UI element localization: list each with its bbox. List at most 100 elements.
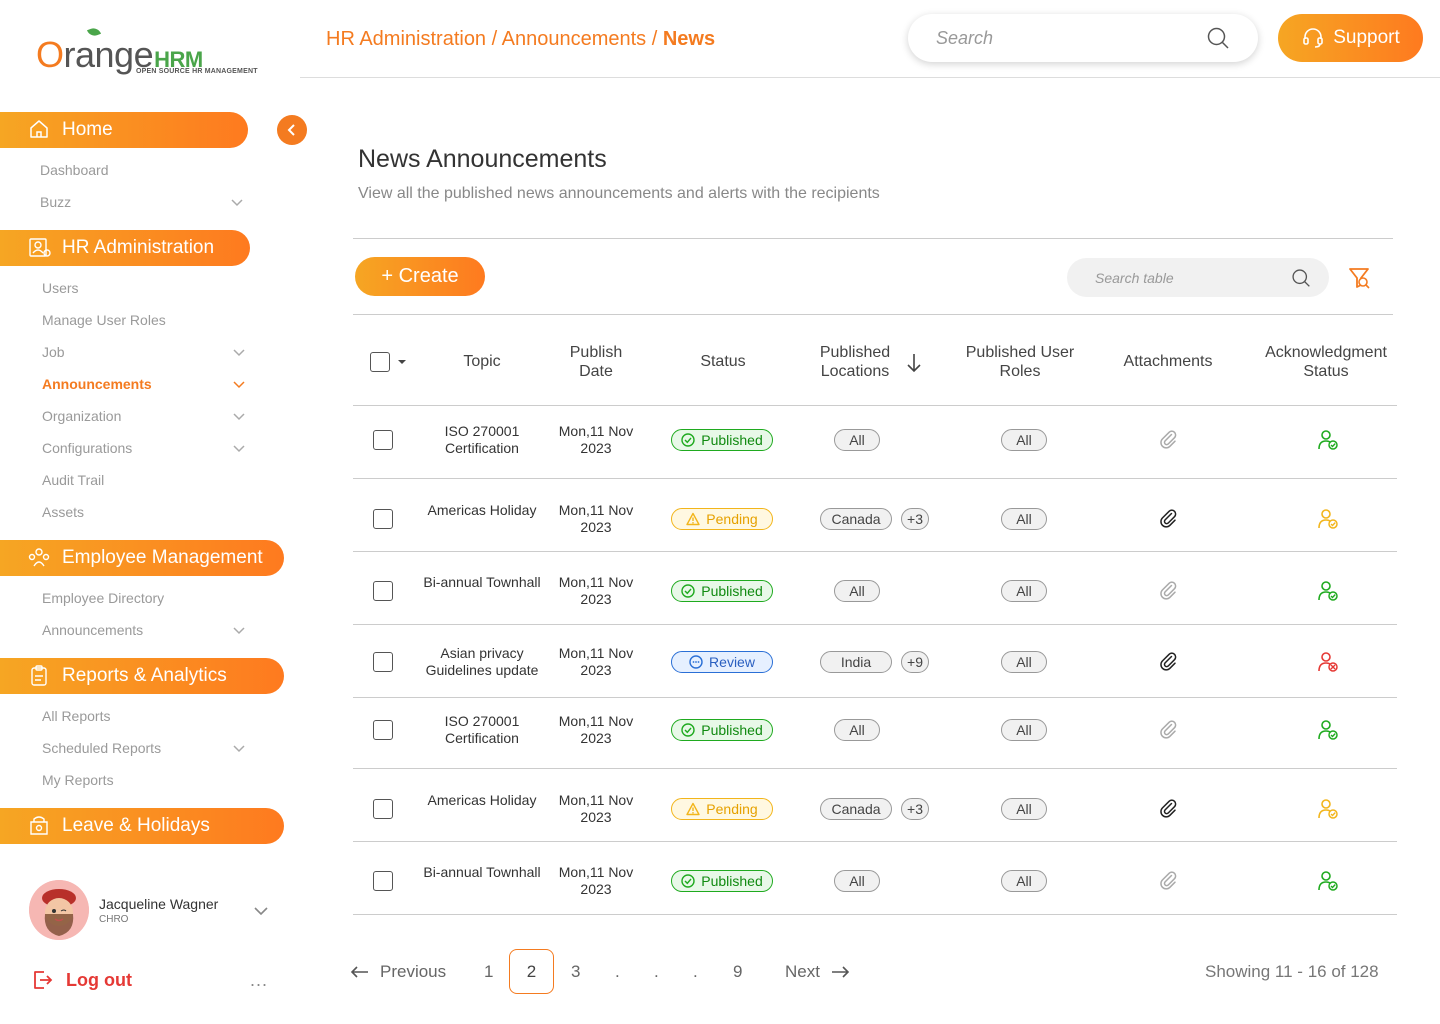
paperclip-icon[interactable] bbox=[1158, 580, 1180, 602]
acknowledgment-user-icon[interactable] bbox=[1316, 579, 1340, 603]
select-all-checkbox[interactable] bbox=[370, 352, 390, 372]
user-role-pill[interactable]: All bbox=[1001, 719, 1047, 741]
topic-cell[interactable]: ISO 270001 Certification bbox=[416, 423, 548, 457]
next-page-button[interactable]: Next bbox=[785, 962, 850, 982]
sidebar-item-dashboard[interactable]: Dashboard bbox=[40, 162, 109, 178]
location-pill[interactable]: All bbox=[834, 870, 880, 892]
sidebar-item-manage-user-roles[interactable]: Manage User Roles bbox=[42, 312, 166, 328]
user-profile[interactable]: Jacqueline Wagner CHRO bbox=[29, 880, 279, 940]
breadcrumb-item[interactable]: HR Administration bbox=[326, 28, 486, 50]
chevron-down-icon[interactable] bbox=[233, 413, 245, 421]
column-header-topic[interactable]: Topic bbox=[432, 352, 532, 371]
column-header-attachments[interactable]: Attachments bbox=[1108, 352, 1228, 371]
user-role-pill[interactable]: All bbox=[1001, 651, 1047, 673]
topic-cell[interactable]: Bi-annual Townhall bbox=[416, 864, 548, 881]
sidebar-item-announcements[interactable]: Announcements bbox=[42, 376, 152, 392]
acknowledgment-user-icon[interactable] bbox=[1316, 718, 1340, 742]
sidebar-item-organization[interactable]: Organization bbox=[42, 408, 121, 424]
paperclip-icon[interactable] bbox=[1158, 429, 1180, 451]
sidebar-section-leave-holidays[interactable]: Leave & Holidays bbox=[0, 808, 284, 844]
page-button-current[interactable]: 2 bbox=[509, 949, 554, 994]
paperclip-icon[interactable] bbox=[1158, 870, 1180, 892]
sidebar-section-home[interactable]: Home bbox=[0, 112, 248, 148]
row-checkbox[interactable] bbox=[373, 652, 393, 672]
sidebar-item-employee-directory[interactable]: Employee Directory bbox=[42, 590, 164, 606]
paperclip-icon[interactable] bbox=[1158, 798, 1180, 820]
column-header-published-user-roles[interactable]: Published User Roles bbox=[955, 343, 1085, 381]
sidebar-item-announcements[interactable]: Announcements bbox=[42, 622, 143, 638]
row-checkbox[interactable] bbox=[373, 720, 393, 740]
topic-cell[interactable]: Americas Holiday bbox=[416, 792, 548, 809]
location-pill[interactable]: India bbox=[820, 651, 892, 673]
more-locations-badge[interactable]: +3 bbox=[901, 798, 929, 820]
filter-icon[interactable] bbox=[1347, 265, 1371, 296]
chevron-down-icon[interactable] bbox=[233, 381, 245, 389]
more-locations-badge[interactable]: +9 bbox=[901, 651, 929, 673]
location-pill[interactable]: Canada bbox=[820, 508, 892, 530]
user-role-pill[interactable]: All bbox=[1001, 429, 1047, 451]
row-checkbox[interactable] bbox=[373, 509, 393, 529]
location-pill[interactable]: Canada bbox=[820, 798, 892, 820]
sidebar-section-employee-management[interactable]: Employee Management bbox=[0, 540, 284, 576]
row-checkbox[interactable] bbox=[373, 581, 393, 601]
row-checkbox[interactable] bbox=[373, 871, 393, 891]
user-role-pill[interactable]: All bbox=[1001, 870, 1047, 892]
column-header-published-locations[interactable]: Published Locations bbox=[800, 343, 910, 381]
column-header-acknowledgment-status[interactable]: Acknowledgment Status bbox=[1255, 343, 1397, 381]
orangehrm-logo[interactable]: OrangeHRM OPEN SOURCE HR MANAGEMENT bbox=[36, 26, 276, 82]
sidebar-item-all-reports[interactable]: All Reports bbox=[42, 708, 110, 724]
user-role-pill[interactable]: All bbox=[1001, 580, 1047, 602]
topic-cell[interactable]: Bi-annual Townhall bbox=[416, 574, 548, 591]
chevron-down-icon[interactable] bbox=[233, 349, 245, 357]
topic-cell[interactable]: Americas Holiday bbox=[416, 502, 548, 519]
location-pill[interactable]: All bbox=[834, 580, 880, 602]
sidebar-item-users[interactable]: Users bbox=[42, 280, 79, 296]
acknowledgment-user-icon[interactable] bbox=[1316, 797, 1340, 821]
sidebar-item-scheduled-reports[interactable]: Scheduled Reports bbox=[42, 740, 161, 756]
chevron-down-icon[interactable] bbox=[231, 199, 243, 207]
acknowledgment-user-icon[interactable] bbox=[1316, 650, 1340, 674]
breadcrumb-item[interactable]: Announcements bbox=[502, 28, 647, 50]
acknowledgment-user-icon[interactable] bbox=[1316, 869, 1340, 893]
sidebar-item-configurations[interactable]: Configurations bbox=[42, 440, 132, 456]
row-checkbox[interactable] bbox=[373, 430, 393, 450]
column-header-status[interactable]: Status bbox=[673, 352, 773, 371]
acknowledgment-user-icon[interactable] bbox=[1316, 507, 1340, 531]
chevron-down-icon[interactable] bbox=[233, 445, 245, 453]
page-button[interactable]: 1 bbox=[484, 962, 493, 982]
topic-cell[interactable]: Asian privacy Guidelines update bbox=[416, 645, 548, 679]
paperclip-icon[interactable] bbox=[1158, 719, 1180, 741]
more-locations-badge[interactable]: +3 bbox=[901, 508, 929, 530]
row-checkbox[interactable] bbox=[373, 799, 393, 819]
location-pill[interactable]: All bbox=[834, 429, 880, 451]
page-button[interactable]: 3 bbox=[571, 962, 580, 982]
support-button[interactable]: Support bbox=[1278, 14, 1423, 62]
sidebar-item-my-reports[interactable]: My Reports bbox=[42, 772, 114, 788]
chevron-down-icon[interactable] bbox=[233, 627, 245, 635]
acknowledgment-user-icon[interactable] bbox=[1316, 428, 1340, 452]
sidebar-item-buzz[interactable]: Buzz bbox=[40, 194, 71, 210]
column-header-publish-date[interactable]: Publish Date bbox=[556, 343, 636, 381]
create-button[interactable]: + Create bbox=[355, 257, 485, 296]
previous-page-button[interactable]: Previous bbox=[350, 962, 446, 982]
chevron-down-icon[interactable] bbox=[253, 906, 269, 916]
sidebar-section-reports-analytics[interactable]: Reports & Analytics bbox=[0, 658, 284, 694]
caret-down-icon[interactable] bbox=[397, 358, 407, 366]
more-options-button[interactable]: ... bbox=[250, 970, 268, 991]
paperclip-icon[interactable] bbox=[1158, 651, 1180, 673]
topic-cell[interactable]: ISO 270001 Certification bbox=[416, 713, 548, 747]
sidebar-item-audit-trail[interactable]: Audit Trail bbox=[42, 472, 104, 488]
user-role-pill[interactable]: All bbox=[1001, 508, 1047, 530]
collapse-sidebar-button[interactable] bbox=[277, 115, 307, 145]
table-search-input[interactable]: Search table bbox=[1067, 258, 1329, 297]
sidebar-item-job[interactable]: Job bbox=[42, 344, 65, 360]
chevron-down-icon[interactable] bbox=[233, 745, 245, 753]
location-pill[interactable]: All bbox=[834, 719, 880, 741]
sidebar-section-hr-administration[interactable]: HR Administration bbox=[0, 230, 250, 266]
user-role-pill[interactable]: All bbox=[1001, 798, 1047, 820]
page-button[interactable]: 9 bbox=[733, 962, 742, 982]
paperclip-icon[interactable] bbox=[1158, 508, 1180, 530]
sidebar-item-assets[interactable]: Assets bbox=[42, 504, 84, 520]
sort-down-arrow-icon[interactable] bbox=[906, 352, 922, 374]
logout-button[interactable]: Log out bbox=[30, 968, 132, 992]
